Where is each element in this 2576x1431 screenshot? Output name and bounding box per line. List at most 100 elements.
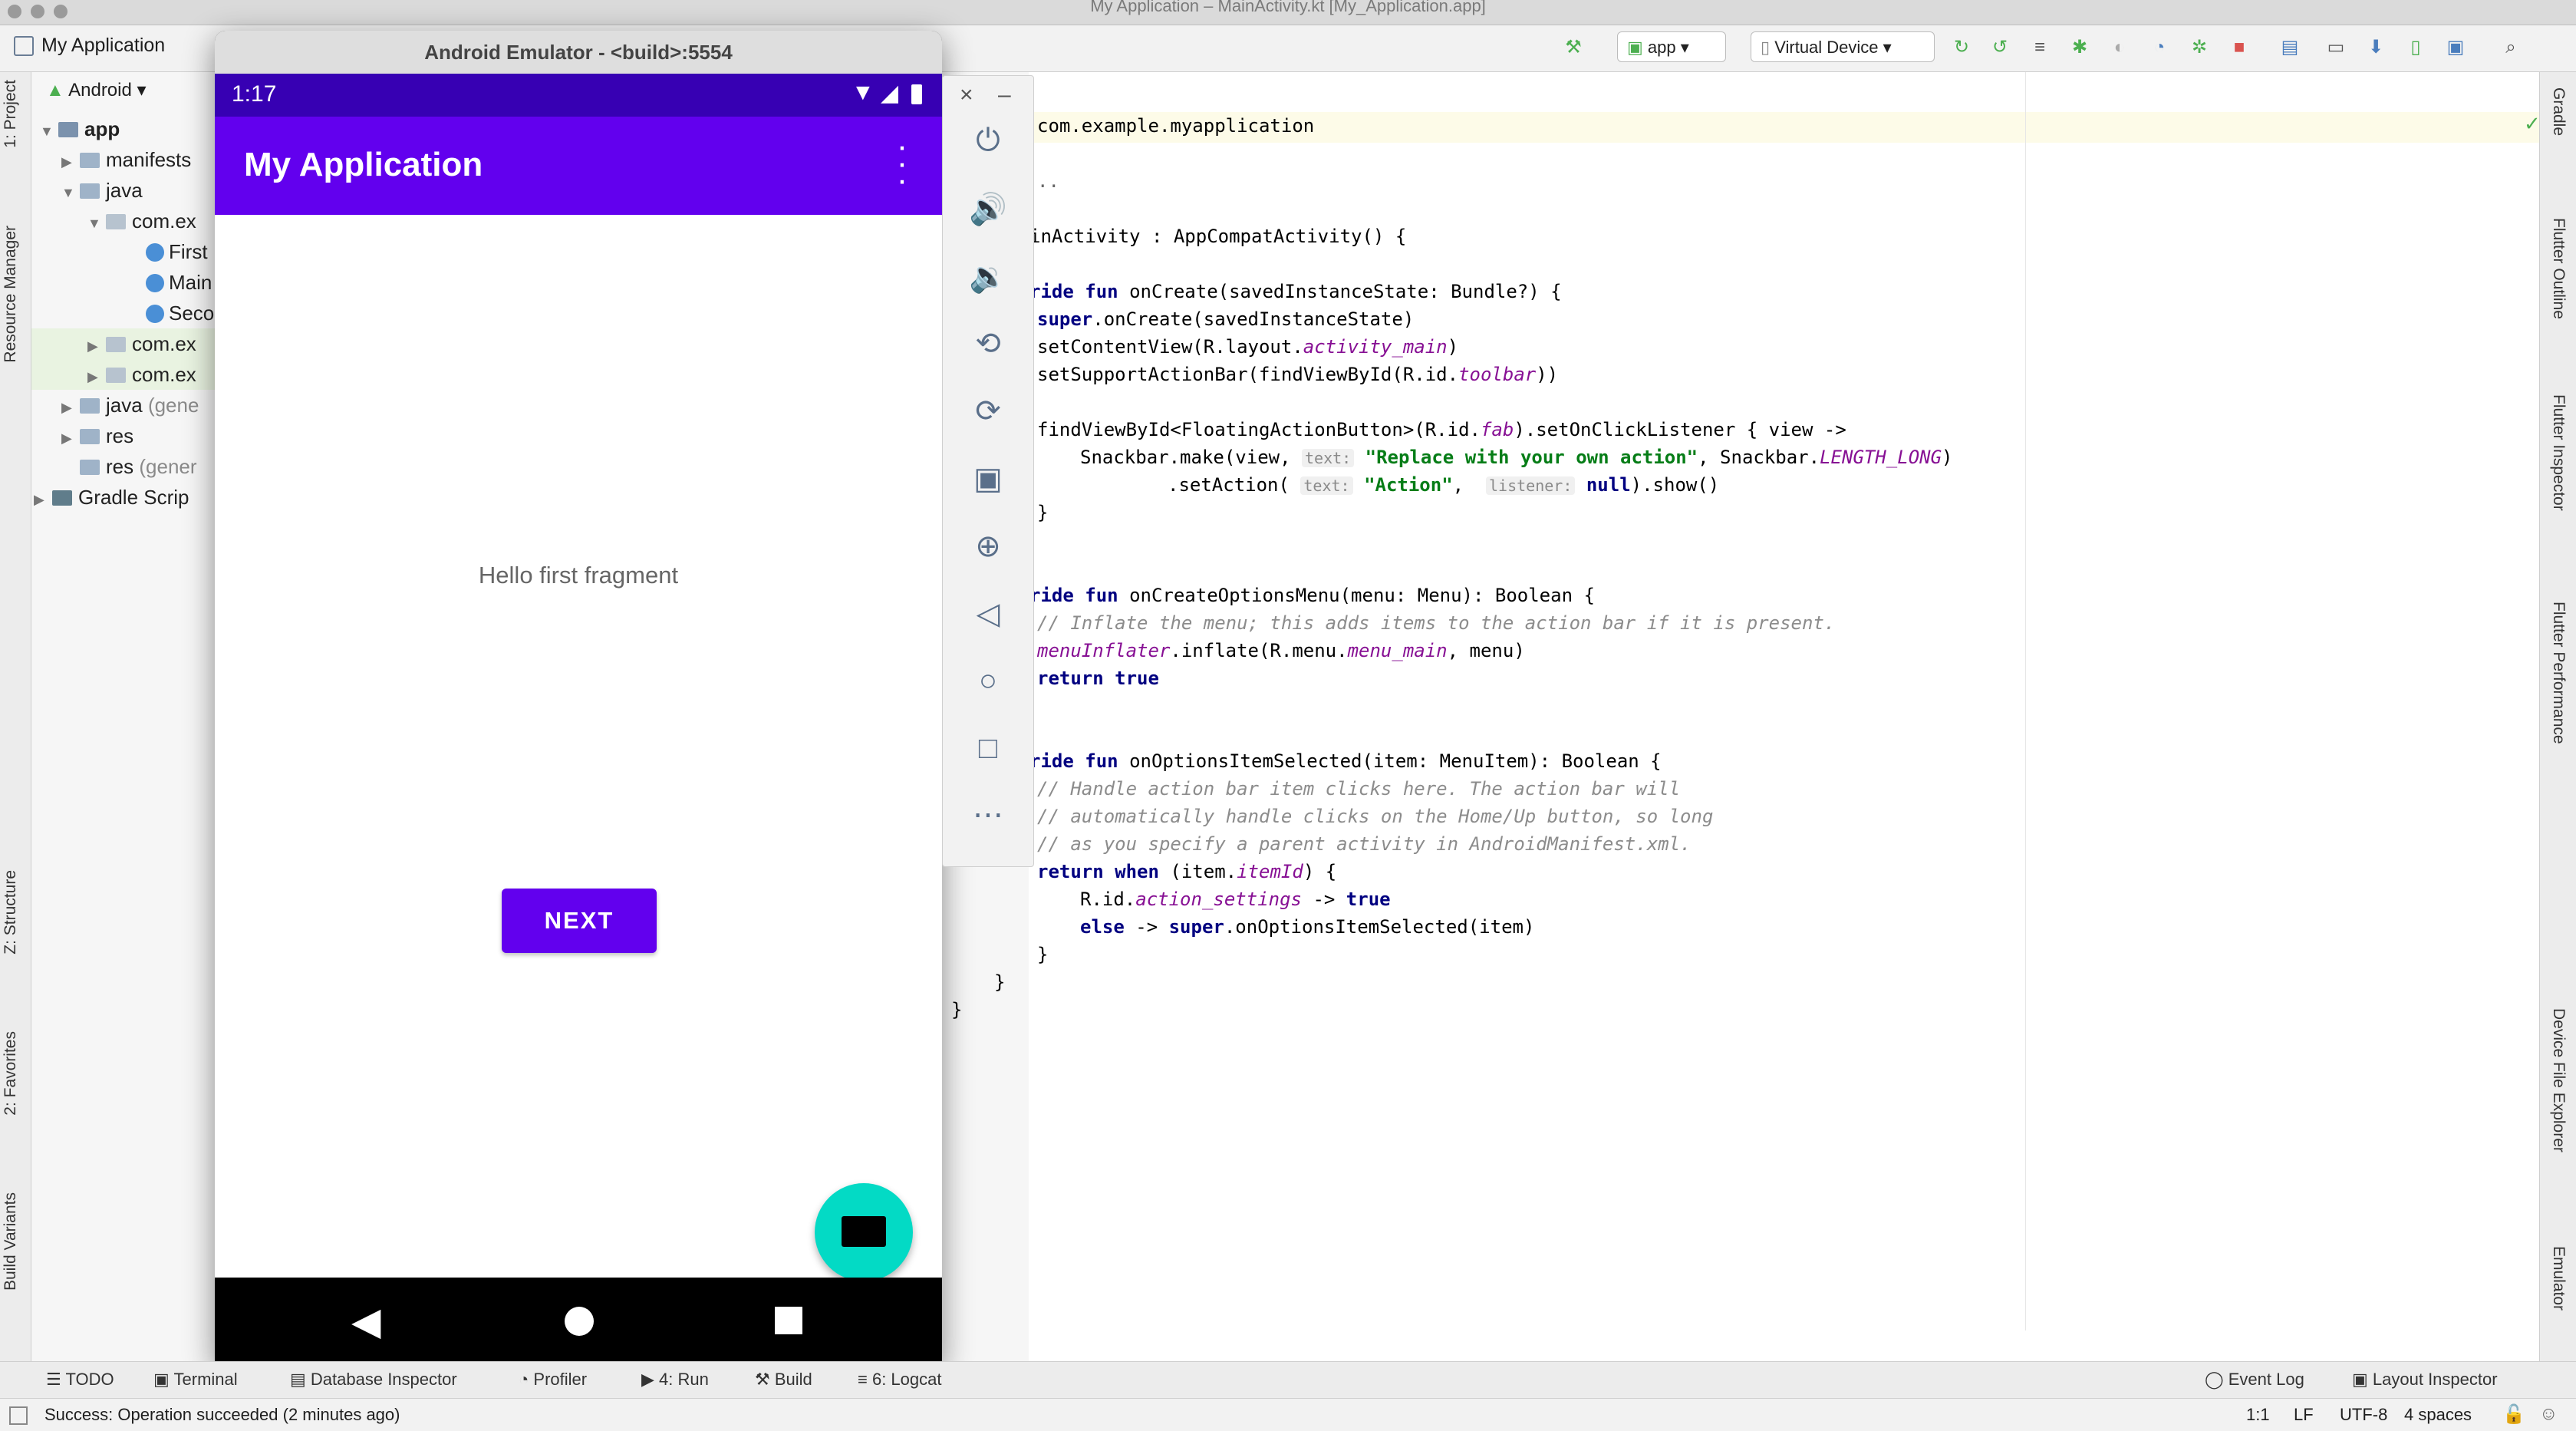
tab-todo[interactable]: ☰ TODO — [46, 1370, 114, 1390]
code-line: inActivity : AppCompatActivity() { — [1029, 226, 1407, 247]
tree-item[interactable]: ▼ com.ex — [87, 206, 196, 236]
tab-resource-manager[interactable]: Resource Manager — [2, 226, 20, 363]
tree-item[interactable]: ▶ Gradle Scrip — [34, 482, 189, 513]
tab-event-log[interactable]: ◯ Event Log — [2205, 1370, 2304, 1390]
tree-item[interactable]: ▶ res — [61, 420, 133, 451]
tab-layout-inspector[interactable]: ▣ Layout Inspector — [2352, 1370, 2498, 1390]
caret-position[interactable]: 1:1 — [2246, 1405, 2270, 1425]
code-line: ride fun onCreate(savedInstanceState: Bu… — [1029, 281, 1562, 302]
fab-button[interactable] — [815, 1183, 913, 1281]
nav-recents-icon[interactable] — [775, 1307, 802, 1334]
layout-inspector-icon[interactable]: ▣ — [2444, 36, 2467, 59]
overview-icon[interactable]: □ — [943, 731, 1033, 766]
indent-setting[interactable]: 4 spaces — [2404, 1405, 2472, 1425]
tab-flutter-performance[interactable]: Flutter Performance — [2549, 602, 2568, 744]
attach-icon[interactable]: ≡ — [2028, 36, 2051, 59]
debug-bug-icon[interactable]: ✱ — [2068, 36, 2091, 59]
apply-code-icon[interactable]: ↺ — [1988, 36, 2011, 59]
volume-up-icon[interactable]: 🔊 — [943, 191, 1033, 227]
screenshot-icon[interactable]: ▣ — [943, 461, 1033, 496]
nav-home-icon[interactable] — [565, 1307, 594, 1336]
back-icon[interactable]: ◁ — [943, 596, 1033, 631]
tree-item[interactable]: ▶ java (gene — [61, 390, 199, 420]
tree-item[interactable]: Main — [146, 267, 212, 298]
device-manager-icon[interactable]: ▯ — [2404, 36, 2427, 59]
tab-flutter-outline[interactable]: Flutter Outline — [2549, 218, 2568, 319]
device-dropdown[interactable]: ▯ Virtual Device ▾ — [1751, 31, 1935, 62]
tab-device-file-explorer[interactable]: Device File Explorer — [2549, 1008, 2568, 1152]
window-titlebar: My Application – MainActivity.kt [My_App… — [0, 0, 2576, 25]
minimize-icon[interactable]: – — [998, 82, 1011, 108]
overflow-menu-icon[interactable]: · · · — [894, 130, 910, 197]
tab-project[interactable]: 1: Project — [2, 80, 20, 148]
breadcrumb[interactable]: My Application — [41, 35, 165, 57]
project-icon — [14, 36, 34, 56]
code-line[interactable]: .. — [1037, 167, 1059, 195]
tab-gradle[interactable]: Gradle — [2549, 87, 2568, 136]
sdk-manager-icon[interactable]: ⬇ — [2364, 36, 2387, 59]
tab-flutter-inspector[interactable]: Flutter Inspector — [2549, 394, 2568, 511]
code-comment: // Handle action bar item clicks here. T… — [1037, 778, 1681, 800]
code-line: R.id.action_settings -> true — [1080, 889, 1391, 910]
lock-icon[interactable]: 🔓 — [2502, 1403, 2525, 1426]
tab-build-variants[interactable]: Build Variants — [2, 1192, 20, 1291]
profile-icon[interactable]: ◔ — [2148, 36, 2171, 59]
rotate-right-icon[interactable]: ⟳ — [943, 394, 1033, 429]
next-button[interactable]: NEXT — [502, 889, 657, 953]
tree-item[interactable]: ▼ app — [40, 114, 120, 144]
code-line: } — [994, 971, 1006, 993]
tree-item[interactable]: ▼ java — [61, 175, 143, 206]
code-line: return when (item.itemId) { — [1037, 861, 1337, 882]
emulator-controls: × – ⏻ 🔊 🔉 ⟲ ⟳ ▣ ⊕ ◁ ○ □ ⋯ — [942, 75, 1034, 867]
fragment-text: Hello first fragment — [478, 562, 679, 589]
tree-item[interactable]: ▶ manifests — [61, 144, 191, 175]
tab-favorites[interactable]: 2: Favorites — [2, 1031, 20, 1116]
line-separator[interactable]: LF — [2294, 1405, 2314, 1425]
right-tool-strip: Gradle Flutter Outline Flutter Inspector… — [2539, 72, 2576, 1361]
stop-icon[interactable]: ■ — [2228, 36, 2251, 59]
power-icon[interactable]: ⏻ — [943, 124, 1033, 158]
tab-run[interactable]: ▶ 4: Run — [641, 1370, 709, 1390]
nav-back-icon[interactable]: ◀ — [351, 1299, 380, 1344]
app-title: My Application — [244, 146, 483, 183]
build-hammer-icon[interactable]: ⚒ — [1562, 36, 1585, 59]
tab-structure[interactable]: Z: Structure — [2, 870, 20, 955]
code-editor[interactable] — [1029, 72, 2539, 1330]
tab-emulator[interactable]: Emulator — [2549, 1246, 2568, 1311]
status-toggle-icon[interactable] — [9, 1406, 28, 1425]
tree-item[interactable]: Seco — [146, 298, 214, 328]
tab-logcat[interactable]: ≡ 6: Logcat — [858, 1370, 941, 1390]
tree-item[interactable]: First — [146, 236, 208, 267]
search-icon[interactable]: ⌕ — [2499, 36, 2522, 59]
coverage-icon[interactable]: ◐ — [2108, 36, 2131, 59]
zoom-icon[interactable]: ⊕ — [943, 529, 1033, 564]
attach-debugger-icon[interactable]: ✲ — [2188, 36, 2211, 59]
inspector-icon[interactable]: ☺ — [2539, 1403, 2558, 1425]
battery-icon — [911, 84, 922, 104]
rotate-left-icon[interactable]: ⟲ — [943, 326, 1033, 361]
emulator-window: Android Emulator - <build>:5554 1:17 ▼ ◢… — [215, 31, 942, 1366]
more-icon[interactable]: ⋯ — [943, 797, 1033, 833]
code-line: com.example.myapplication — [1037, 115, 1315, 137]
home-icon[interactable]: ○ — [943, 664, 1033, 698]
avd-manager-icon[interactable]: ▭ — [2324, 36, 2347, 59]
close-icon[interactable]: × — [960, 82, 973, 108]
tab-database-inspector[interactable]: ▤ Database Inspector — [290, 1370, 457, 1390]
run-config-dropdown[interactable]: ▣ app ▾ — [1617, 31, 1726, 62]
tree-item[interactable]: res (gener — [61, 451, 197, 482]
tab-profiler[interactable]: ◔ Profiler — [519, 1370, 587, 1390]
status-bar: Success: Operation succeeded (2 minutes … — [0, 1398, 2576, 1431]
apply-changes-icon[interactable]: ↻ — [1950, 36, 1973, 59]
sync-gradle-icon[interactable]: ▤ — [2278, 36, 2301, 59]
tab-build[interactable]: ⚒ Build — [755, 1370, 812, 1390]
status-time: 1:17 — [232, 81, 277, 107]
window-title: My Application – MainActivity.kt [My_App… — [1090, 0, 1486, 15]
status-message: Success: Operation succeeded (2 minutes … — [44, 1405, 400, 1424]
emulator-title: Android Emulator - <build>:5554 — [215, 31, 942, 74]
tab-terminal[interactable]: ▣ Terminal — [153, 1370, 238, 1390]
code-line: findViewById<FloatingActionButton>(R.id.… — [1037, 419, 1846, 440]
volume-down-icon[interactable]: 🔉 — [943, 259, 1033, 295]
wifi-icon: ▼ — [852, 80, 875, 105]
file-encoding[interactable]: UTF-8 — [2340, 1405, 2387, 1425]
project-view-dropdown[interactable]: ▲ Android ▾ — [46, 75, 147, 106]
